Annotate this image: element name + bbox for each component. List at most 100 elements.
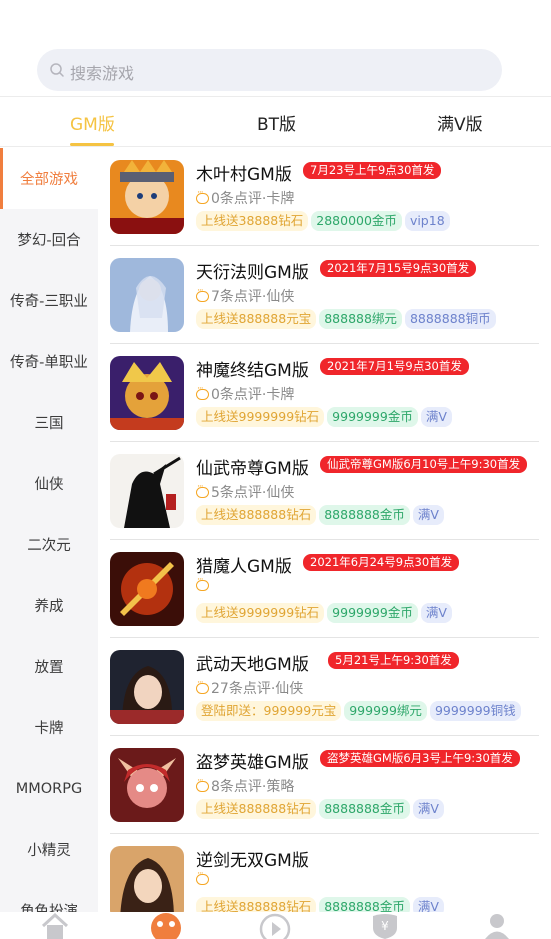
game-list-item[interactable]: 仙武帝尊GM版 仙武帝尊GM版6月10号上午9:30首发 5条点评·仙侠 上线送… (98, 442, 551, 540)
tag: 9999999金币 (327, 603, 418, 623)
launch-badge: 7月23号上午9点30首发 (303, 162, 442, 179)
game-thumbnail (110, 552, 184, 626)
review-text: 5条点评·仙侠 (211, 485, 295, 501)
comment-icon (196, 575, 209, 591)
review-info: 0条点评·卡牌 (196, 384, 294, 404)
game-list-item[interactable]: 逆剑无双GM版 上线送888888钻石 8888888金币 满V (98, 834, 551, 912)
category-item[interactable]: 卡牌 (0, 697, 98, 758)
tag: 满V (420, 603, 452, 623)
game-list-item[interactable]: 神魔终结GM版 2021年7月1号9点30首发 0条点评·卡牌 上线送99999… (98, 344, 551, 442)
search-icon (50, 63, 64, 77)
tag-row: 上线送38888钻石 2880000金币 vip18 (196, 211, 450, 231)
review-text: 8条点评·策略 (211, 779, 295, 795)
user-icon[interactable] (483, 912, 511, 939)
game-thumbnail (110, 650, 184, 724)
review-info: 0条点评·卡牌 (196, 188, 294, 208)
tag-row: 上线送9999999钻石 9999999金币 满V (196, 603, 452, 623)
svg-text:¥: ¥ (381, 919, 389, 933)
tag: 满V (412, 799, 444, 819)
version-tabs: GM版 BT版 满V版 (0, 96, 551, 147)
tag: 888888绑元 (319, 309, 402, 329)
tag: 9999999金币 (327, 407, 418, 427)
game-list-item[interactable]: 盗梦英雄GM版 盗梦英雄GM版6月3号上午9:30首发 8条点评·策略 上线送8… (98, 736, 551, 834)
review-info: 7条点评·仙侠 (196, 286, 294, 306)
game-thumbnail (110, 356, 184, 430)
tag-row: 上线送888888钻石 8888888金币 满V (196, 897, 444, 912)
game-thumbnail (110, 160, 184, 234)
review-info: 5条点评·仙侠 (196, 482, 294, 502)
tab-bt[interactable]: BT版 (257, 110, 296, 135)
comment-icon (196, 384, 209, 400)
game-name: 神魔终结GM版 (196, 361, 309, 381)
tag: 满V (412, 505, 444, 525)
search-bar[interactable]: 搜索游戏 (37, 49, 502, 91)
game-name: 盗梦英雄GM版 (196, 753, 309, 773)
review-info (196, 869, 211, 885)
game-list-item[interactable]: 木叶村GM版 7月23号上午9点30首发 0条点评·卡牌 上线送38888钻石 … (98, 148, 551, 246)
search-input[interactable]: 搜索游戏 (70, 60, 134, 84)
launch-badge: 2021年6月24号9点30首发 (303, 554, 460, 571)
review-info: 27条点评·仙侠 (196, 678, 303, 698)
game-list-item[interactable]: 武动天地GM版 5月21号上午9:30首发 27条点评·仙侠 登陆即送：9999… (98, 638, 551, 736)
review-text: 7条点评·仙侠 (211, 289, 295, 305)
launch-badge: 2021年7月1号9点30首发 (320, 358, 469, 375)
category-sidebar: 全部游戏 梦幻-回合 传奇-三职业 传奇-单职业 三国 仙侠 二次元 养成 放置… (0, 148, 98, 912)
category-item[interactable]: 传奇-三职业 (0, 270, 98, 331)
tag: 上线送888888钻石 (196, 897, 317, 912)
launch-badge: 5月21号上午9:30首发 (328, 652, 459, 669)
tag: 8888888金币 (319, 897, 410, 912)
category-item[interactable]: 传奇-单职业 (0, 331, 98, 392)
category-item[interactable]: 角色扮演 (0, 880, 98, 912)
comment-icon (196, 776, 209, 792)
game-icon[interactable] (150, 912, 182, 939)
game-list-item[interactable]: 猎魔人GM版 2021年6月24号9点30首发 上线送9999999钻石 999… (98, 540, 551, 638)
tag-row: 上线送888888元宝 888888绑元 8888888铜币 (196, 309, 496, 329)
home-icon[interactable] (40, 912, 70, 939)
comment-icon (196, 188, 209, 204)
game-name: 仙武帝尊GM版 (196, 459, 309, 479)
game-name: 逆剑无双GM版 (196, 851, 309, 871)
category-item[interactable]: 仙侠 (0, 453, 98, 514)
comment-icon (196, 286, 209, 302)
tag: 满V (420, 407, 452, 427)
tag: 8888888金币 (319, 505, 410, 525)
tag: 上线送888888钻石 (196, 505, 317, 525)
coupon-icon[interactable]: ¥ (371, 912, 399, 939)
category-item[interactable]: 养成 (0, 575, 98, 636)
category-item[interactable]: 放置 (0, 636, 98, 697)
comment-icon (196, 482, 209, 498)
bottom-nav: ¥ (0, 912, 551, 939)
game-list-item[interactable]: 天衍法则GM版 2021年7月15号9点30首发 7条点评·仙侠 上线送8888… (98, 246, 551, 344)
review-info (196, 575, 211, 591)
tag: vip18 (404, 211, 450, 231)
category-item[interactable]: MMORPG (0, 758, 98, 819)
review-text: 0条点评·卡牌 (211, 387, 295, 403)
tag: 2880000金币 (311, 211, 402, 231)
game-name: 武动天地GM版 (196, 655, 309, 675)
tag: 上线送888888钻石 (196, 799, 317, 819)
tab-gm[interactable]: GM版 (70, 110, 115, 135)
tag-row: 上线送888888钻石 8888888金币 满V (196, 799, 444, 819)
category-item[interactable]: 梦幻-回合 (0, 209, 98, 270)
tab-active-indicator (70, 143, 114, 146)
category-all[interactable]: 全部游戏 (0, 148, 98, 209)
launch-badge: 盗梦英雄GM版6月3号上午9:30首发 (320, 750, 520, 767)
app-screen: { "search": { "placeholder": "搜索游戏" }, "… (0, 0, 551, 939)
tag: 上线送888888元宝 (196, 309, 317, 329)
game-name: 猎魔人GM版 (196, 557, 292, 577)
game-name: 天衍法则GM版 (196, 263, 309, 283)
tag-row: 登陆即送：999999元宝 999999绑元 9999999铜钱 (196, 701, 521, 721)
play-icon[interactable] (259, 912, 291, 939)
comment-icon (196, 678, 209, 694)
category-item[interactable]: 小精灵 (0, 819, 98, 880)
tag: 上线送9999999钻石 (196, 603, 325, 623)
tab-full-v[interactable]: 满V版 (437, 110, 483, 135)
game-list: 木叶村GM版 7月23号上午9点30首发 0条点评·卡牌 上线送38888钻石 … (98, 148, 551, 912)
category-item[interactable]: 三国 (0, 392, 98, 453)
game-thumbnail (110, 258, 184, 332)
tag: 8888888金币 (319, 799, 410, 819)
game-thumbnail (110, 454, 184, 528)
game-thumbnail (110, 846, 184, 912)
tag: 9999999铜钱 (429, 701, 521, 721)
category-item[interactable]: 二次元 (0, 514, 98, 575)
